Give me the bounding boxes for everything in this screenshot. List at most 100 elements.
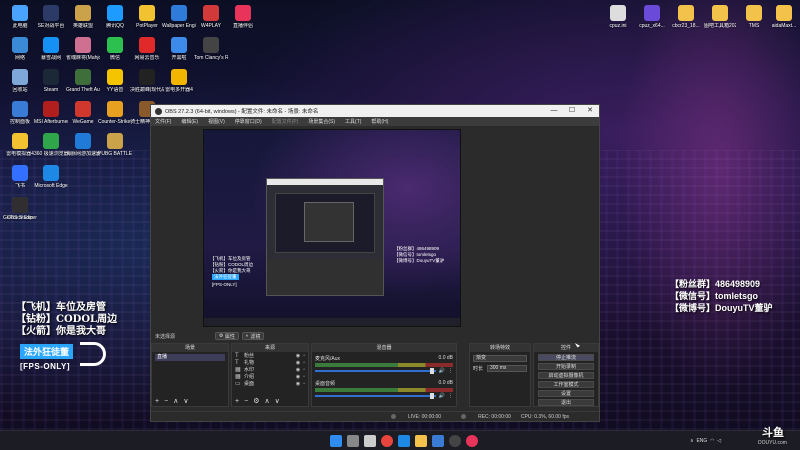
move-up-icon[interactable]: ∧	[173, 397, 178, 406]
volume-slider[interactable]	[315, 368, 436, 374]
exit-button[interactable]: 退出	[538, 399, 594, 406]
desktop-icon[interactable]: 腾讯QQ	[98, 5, 132, 29]
maximize-button[interactable]: ☐	[563, 105, 581, 117]
search-icon[interactable]	[347, 435, 359, 447]
source-item[interactable]: ▦ 介绍 ◉ ▫	[232, 373, 308, 381]
desktop-icon[interactable]: 开黑啦	[162, 37, 196, 61]
eye-icon[interactable]: ◉	[296, 353, 300, 359]
desktop-icon[interactable]: Tom Clancy's R...	[194, 37, 228, 61]
desktop-icon[interactable]: 英雄联盟	[66, 5, 100, 29]
desktop-icon[interactable]: 控制面板	[3, 101, 37, 125]
desktop-icon[interactable]: 直播伴侣	[226, 5, 260, 29]
close-button[interactable]: ✕	[581, 105, 599, 117]
add-icon[interactable]: +	[235, 397, 239, 406]
store-icon[interactable]	[432, 435, 444, 447]
source-item[interactable]: ▭ 桌面 ◉ ▫	[232, 380, 308, 388]
desktop-icon[interactable]: 飞书	[3, 165, 37, 189]
desktop-icon[interactable]: aidaMaxt...	[768, 5, 800, 29]
gear-icon[interactable]: ⋮	[448, 393, 453, 399]
edge-icon[interactable]	[398, 435, 410, 447]
volume-slider-handle[interactable]	[429, 368, 434, 374]
obs-icon[interactable]	[449, 435, 461, 447]
menu-file[interactable]: 文件(F)	[155, 118, 171, 125]
desktop-icon[interactable]: Steam	[34, 69, 68, 93]
obs-window[interactable]: OBS 27.2.3 (64-bit, windows) - 配置文件: 未命名…	[150, 104, 600, 422]
gear-icon[interactable]: ⋮	[448, 368, 453, 374]
desktop-icon[interactable]: W4PLAY	[194, 5, 228, 29]
move-down-icon[interactable]: ∨	[275, 397, 280, 406]
start-virtual-camera-button[interactable]: 启动虚拟摄像机	[538, 372, 594, 379]
remove-icon[interactable]: −	[164, 397, 168, 406]
source-item[interactable]: T 粉丝 ◉ ▫	[232, 352, 308, 360]
settings-button[interactable]: 设置	[538, 390, 594, 397]
desktop-icon[interactable]: 网络	[3, 37, 37, 61]
windows-start-icon[interactable]	[330, 435, 342, 447]
transition-select[interactable]: 渐变	[473, 355, 527, 362]
source-item[interactable]: ▦ 水印 ◉ ▫	[232, 366, 308, 374]
lock-icon[interactable]: ▫	[303, 381, 305, 387]
desktop-icon[interactable]: PotPlayer	[130, 5, 164, 29]
desktop-icon[interactable]: 网易云音乐	[130, 37, 164, 61]
desktop-icon[interactable]: 海豚网游加速器5.0	[66, 133, 100, 157]
obs-preview[interactable]: 【飞机】车位及房管 【钻粉】CODOL周边 【火箭】你是我大哥 法外狂徒董 [F…	[203, 129, 461, 327]
desktop-icon[interactable]: MSI Afterburner	[34, 101, 68, 125]
lock-icon[interactable]: ▫	[303, 353, 305, 359]
desktop-icon[interactable]: Microsoft Edge	[34, 165, 68, 189]
desktop-icon[interactable]: Grand Theft Auto V	[66, 69, 100, 93]
start-recording-button[interactable]: 开始录制	[538, 363, 594, 370]
menu-help[interactable]: 帮助(H)	[371, 118, 388, 125]
lock-icon[interactable]: ▫	[303, 360, 305, 366]
studio-mode-button[interactable]: 工作室模式	[538, 381, 594, 388]
obs-titlebar[interactable]: OBS 27.2.3 (64-bit, windows) - 配置文件: 未命名…	[151, 105, 599, 117]
source-item[interactable]: T 礼物 ◉ ▫	[232, 359, 308, 367]
desktop-icon[interactable]: YY语音	[98, 69, 132, 93]
desktop-icon[interactable]: OBS Studio	[3, 197, 37, 221]
add-icon[interactable]: +	[155, 397, 159, 406]
network-icon[interactable]: ◠	[707, 438, 714, 444]
minimize-button[interactable]: —	[545, 105, 563, 117]
eye-icon[interactable]: ◉	[296, 374, 300, 380]
menu-scene-collection[interactable]: 场景集合(S)	[308, 118, 335, 125]
move-up-icon[interactable]: ∧	[264, 397, 269, 406]
desktop-icon[interactable]: cpuz.ini	[602, 5, 634, 29]
remove-icon[interactable]: −	[244, 397, 248, 406]
desktop-icon[interactable]: Wallpaper Engine:...	[162, 5, 196, 29]
eye-icon[interactable]: ◉	[296, 367, 300, 373]
filters-button[interactable]: ◐ 滤镜	[241, 332, 265, 340]
properties-button[interactable]: ⚙ 属性	[215, 332, 239, 340]
desktop-icon[interactable]: SE对战平台	[34, 5, 68, 29]
move-down-icon[interactable]: ∨	[183, 397, 188, 406]
chrome-icon[interactable]	[381, 435, 393, 447]
desktop-icon[interactable]: 回收站	[3, 69, 37, 93]
volume-slider-handle[interactable]	[429, 393, 434, 399]
volume-icon[interactable]: ◁	[714, 438, 721, 444]
desktop-icon[interactable]: WeGame	[66, 101, 100, 125]
menu-profile[interactable]: 配置文件(P)	[272, 118, 299, 125]
explorer-icon[interactable]	[415, 435, 427, 447]
desktop-icon[interactable]: 暴雪战网	[34, 37, 68, 61]
lock-icon[interactable]: ▫	[303, 367, 305, 373]
volume-slider[interactable]	[315, 393, 436, 399]
desktop-icon[interactable]: 微信	[98, 37, 132, 61]
desktop-icon[interactable]: Counter-Strike Global Off...	[98, 101, 132, 125]
menu-docks[interactable]: 停靠窗口(D)	[235, 118, 262, 125]
desktop-icon[interactable]: 图吧工具箱2022.01版...	[704, 5, 736, 29]
language-indicator[interactable]: ENG	[696, 438, 707, 444]
scene-item[interactable]: 直播	[155, 354, 225, 361]
gear-icon[interactable]: ⚙	[253, 397, 259, 406]
desktop-icon[interactable]: cbcr23_18...	[670, 5, 702, 29]
live-companion-icon[interactable]	[466, 435, 478, 447]
desktop-icon[interactable]: 雷电模拟器4	[3, 133, 37, 157]
desktop-icon[interactable]: TMS	[738, 5, 770, 29]
stop-streaming-button[interactable]: 停止推流	[538, 354, 594, 361]
desktop-icon[interactable]: cpuz_x64...	[636, 5, 668, 29]
task-view-icon[interactable]	[364, 435, 376, 447]
menu-tools[interactable]: 工具(T)	[345, 118, 361, 125]
speaker-icon[interactable]: 🔊	[439, 368, 445, 374]
speaker-icon[interactable]: 🔊	[439, 393, 445, 399]
eye-icon[interactable]: ◉	[296, 360, 300, 366]
desktop-icon[interactable]: 此电脑	[3, 5, 37, 29]
desktop-icon[interactable]: 决胜巅峰|现代战争	[130, 69, 164, 93]
desktop-icon[interactable]: 雷电多开器4	[162, 69, 196, 93]
desktop-icon[interactable]: PUBG BATTLEGR...	[98, 133, 132, 157]
